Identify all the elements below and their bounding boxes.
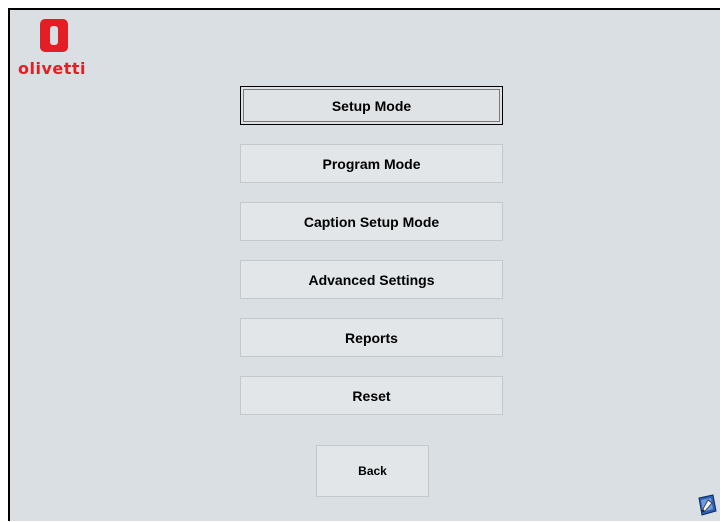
setup-mode-button[interactable]: Setup Mode [240,86,503,125]
caption-setup-mode-button[interactable]: Caption Setup Mode [240,202,503,241]
olivetti-logo-icon [40,19,68,52]
help-icon[interactable] [695,494,717,516]
reports-button[interactable]: Reports [240,318,503,357]
program-mode-button[interactable]: Program Mode [240,144,503,183]
back-button[interactable]: Back [316,445,429,497]
reset-button[interactable]: Reset [240,376,503,415]
main-window: olivetti Setup Mode Program Mode Caption… [8,8,720,521]
olivetti-logo: olivetti [17,19,97,79]
advanced-settings-button[interactable]: Advanced Settings [240,260,503,299]
logo-text: olivetti [18,59,87,78]
